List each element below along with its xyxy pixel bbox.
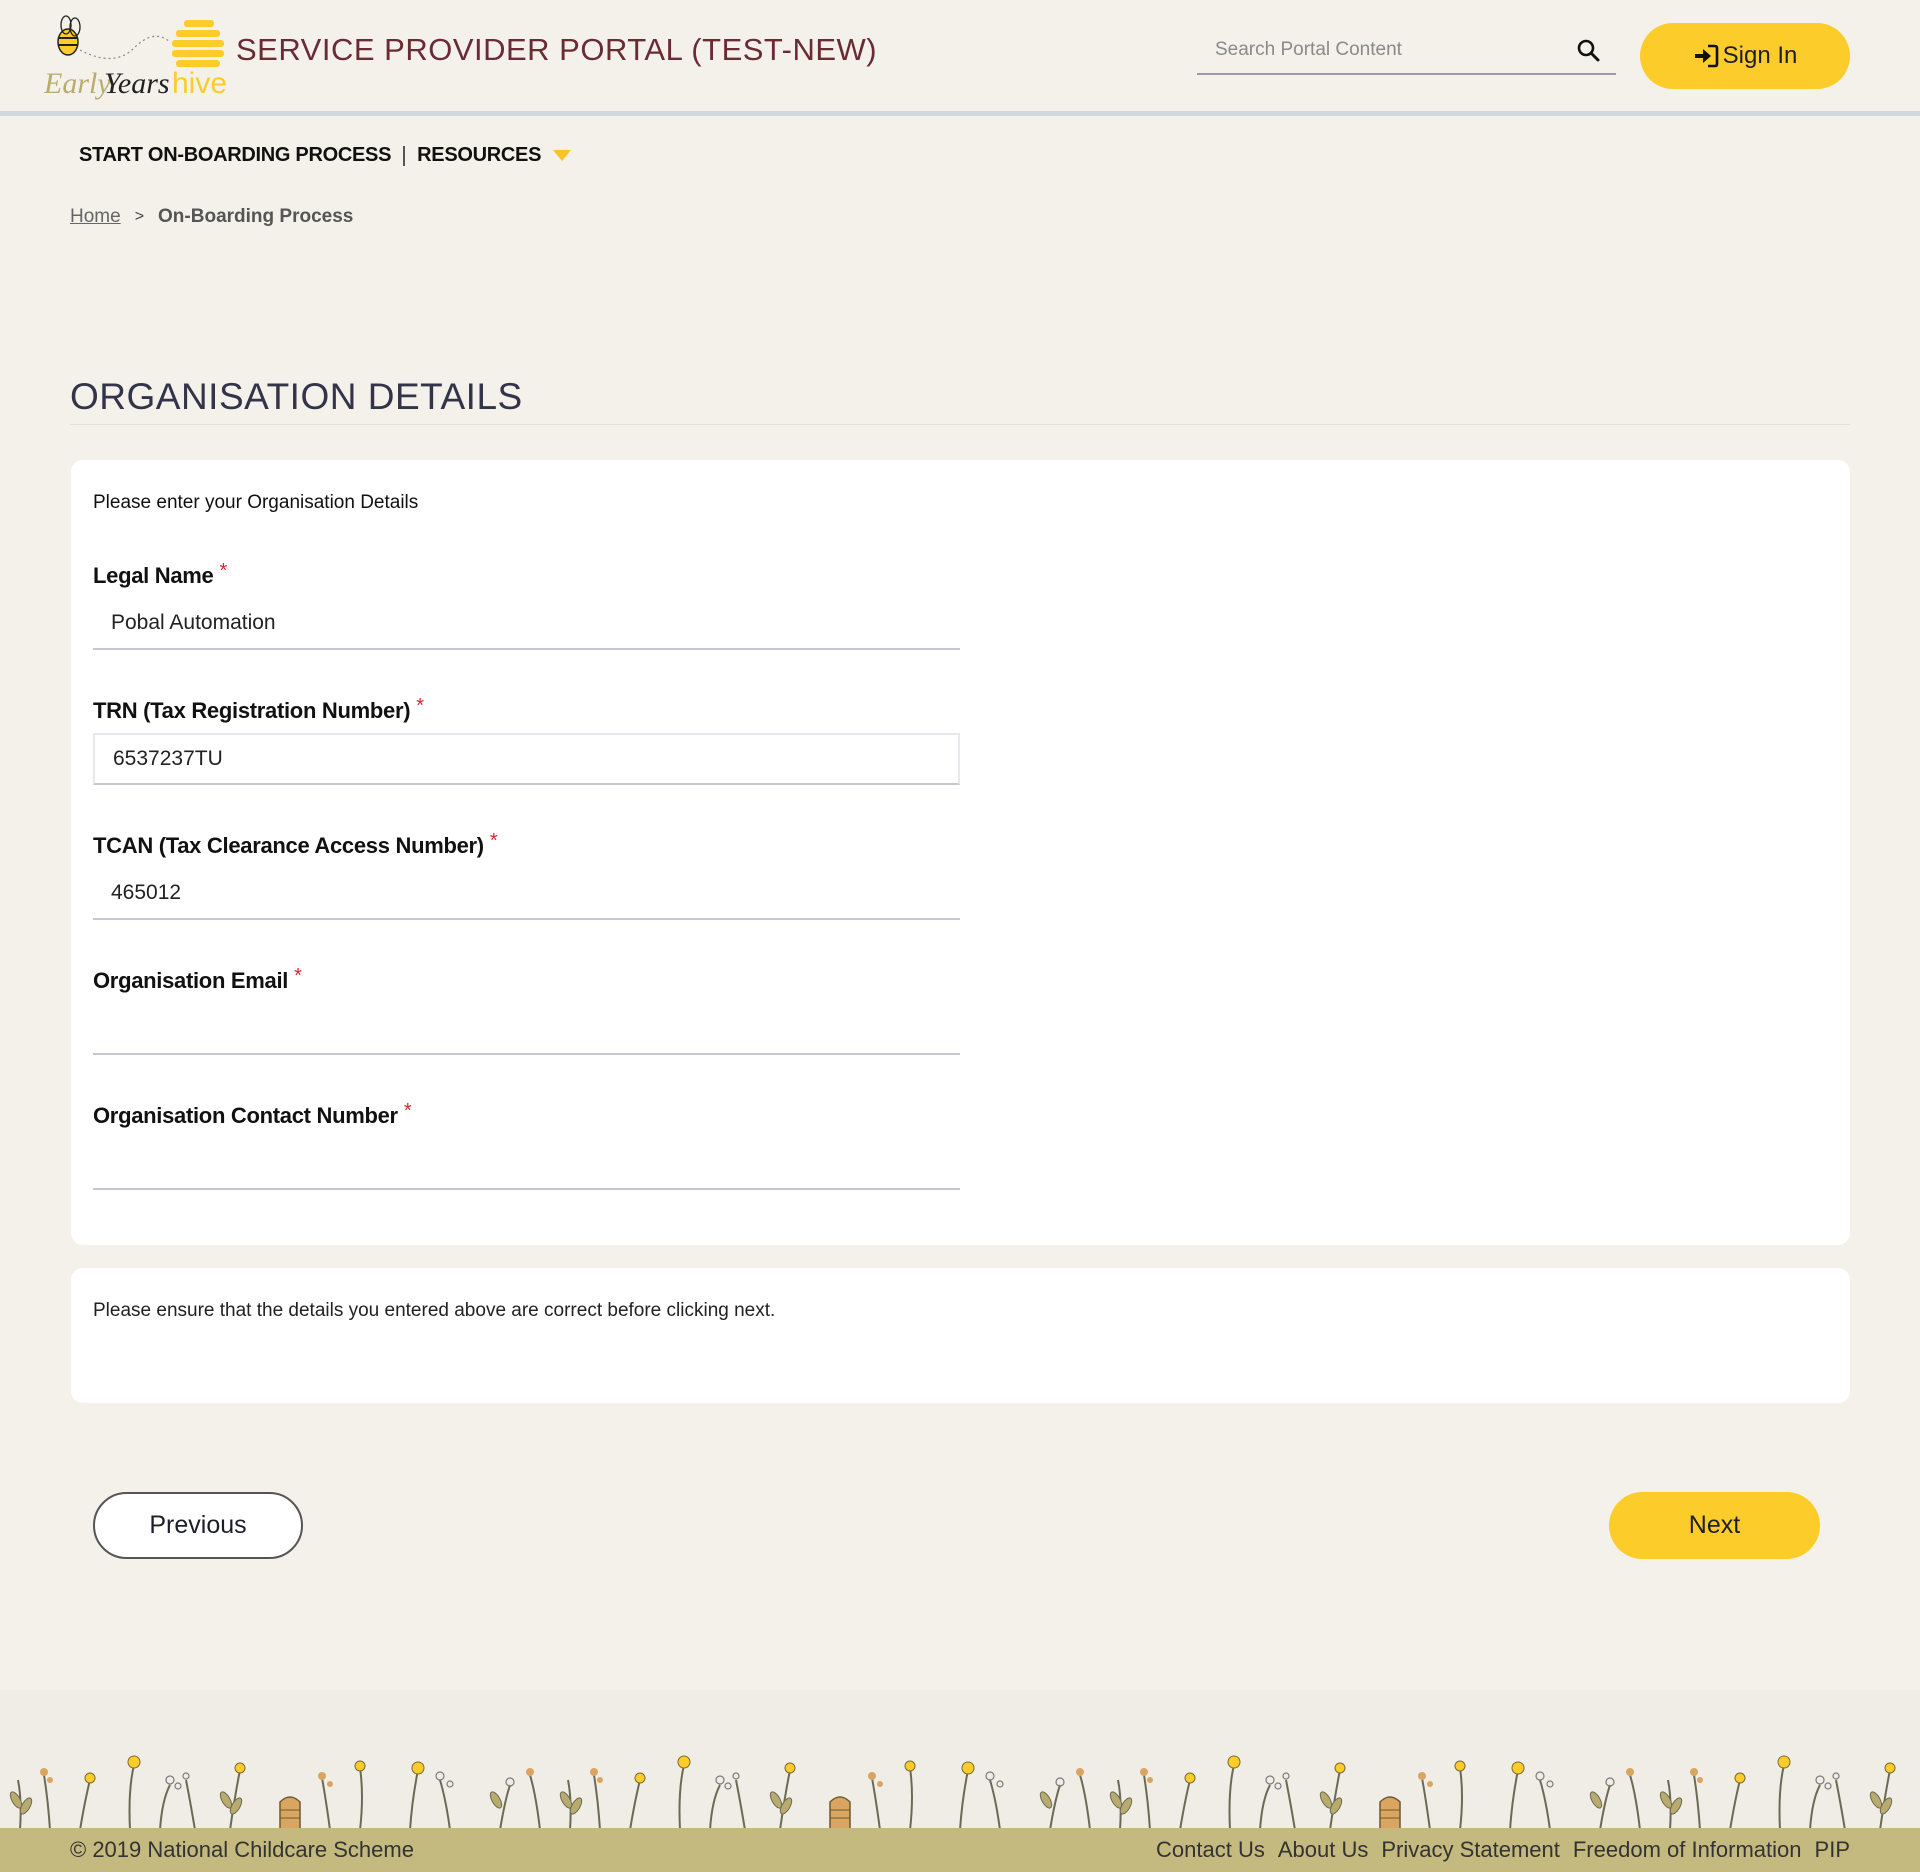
previous-button[interactable]: Previous xyxy=(93,1492,303,1559)
form-intro: Please enter your Organisation Details xyxy=(93,492,419,513)
organisation-email-label-text: Organisation Email xyxy=(93,968,289,993)
footer-link-pip[interactable]: PIP xyxy=(1815,1837,1850,1863)
copyright-text: © 2019 National Childcare Scheme xyxy=(70,1837,414,1862)
legal-name-input[interactable] xyxy=(93,598,960,650)
legal-name-label: Legal Name * xyxy=(93,560,227,589)
main-nav: START ON-BOARDING PROCESS RESOURCES xyxy=(79,144,572,167)
confirmation-note-panel: Please ensure that the details you enter… xyxy=(71,1268,1850,1403)
trn-input[interactable] xyxy=(93,733,960,785)
sign-in-icon xyxy=(1694,44,1718,68)
organisation-email-input[interactable] xyxy=(93,1003,960,1055)
tcan-input[interactable] xyxy=(93,868,960,920)
trn-label: TRN (Tax Registration Number) * xyxy=(93,695,424,724)
search-icon xyxy=(1577,39,1600,62)
breadcrumb-home-link[interactable]: Home xyxy=(70,206,121,228)
organisation-contact-number-label: Organisation Contact Number * xyxy=(93,1100,412,1129)
early-years-hive-logo[interactable]: Early Years hive xyxy=(44,8,234,104)
required-marker: * xyxy=(489,830,498,852)
nav-item-start-onboarding[interactable]: START ON-BOARDING PROCESS xyxy=(79,144,391,167)
breadcrumb-separator: > xyxy=(134,208,145,225)
sign-in-label: Sign In xyxy=(1722,42,1798,69)
nav-divider xyxy=(403,145,406,166)
footer-links: Contact Us About Us Privacy Statement Fr… xyxy=(1156,1837,1850,1863)
site-header: Early Years hive SERVICE PROVIDER PORTAL… xyxy=(0,0,1920,116)
organisation-details-panel: Please enter your Organisation Details L… xyxy=(71,460,1850,1245)
tcan-label: TCAN (Tax Clearance Access Number) * xyxy=(93,830,498,859)
logo-hive: hive xyxy=(172,67,227,100)
next-button[interactable]: Next xyxy=(1609,1492,1820,1559)
footer-link-freedom-of-information[interactable]: Freedom of Information xyxy=(1573,1837,1802,1863)
breadcrumb-current: On-Boarding Process xyxy=(158,206,354,227)
search-button[interactable] xyxy=(1572,34,1604,66)
nav-item-resources[interactable]: RESOURCES xyxy=(417,144,541,167)
flower-border-decoration xyxy=(9,1755,1920,1830)
required-marker: * xyxy=(294,965,302,987)
organisation-contact-number-label-text: Organisation Contact Number xyxy=(93,1103,398,1128)
organisation-email-label: Organisation Email * xyxy=(93,965,302,994)
required-marker: * xyxy=(416,695,424,717)
breadcrumb: Home > On-Boarding Process xyxy=(70,206,353,228)
sign-in-button[interactable]: Sign In xyxy=(1640,23,1850,89)
legal-name-label-text: Legal Name xyxy=(93,563,214,588)
search-input[interactable] xyxy=(1197,30,1567,70)
tcan-label-text: TCAN (Tax Clearance Access Number) xyxy=(93,833,484,858)
confirmation-note: Please ensure that the details you enter… xyxy=(93,1300,776,1321)
required-marker: * xyxy=(403,1100,412,1122)
page-title: ORGANISATION DETAILS xyxy=(70,376,1850,425)
search-box xyxy=(1197,30,1616,75)
trn-label-text: TRN (Tax Registration Number) xyxy=(93,698,411,723)
footer-link-contact-us[interactable]: Contact Us xyxy=(1156,1837,1265,1863)
logo-early: Early xyxy=(44,67,111,100)
footer-link-about-us[interactable]: About Us xyxy=(1278,1837,1369,1863)
logo-years: Years xyxy=(104,67,170,100)
organisation-contact-number-input[interactable] xyxy=(93,1138,960,1190)
chevron-down-icon[interactable] xyxy=(553,150,572,161)
portal-title: SERVICE PROVIDER PORTAL (TEST-NEW) xyxy=(236,32,878,67)
footer-bar: © 2019 National Childcare Scheme Contact… xyxy=(0,1828,1920,1872)
required-marker: * xyxy=(219,560,228,582)
footer-link-privacy-statement[interactable]: Privacy Statement xyxy=(1381,1837,1560,1863)
